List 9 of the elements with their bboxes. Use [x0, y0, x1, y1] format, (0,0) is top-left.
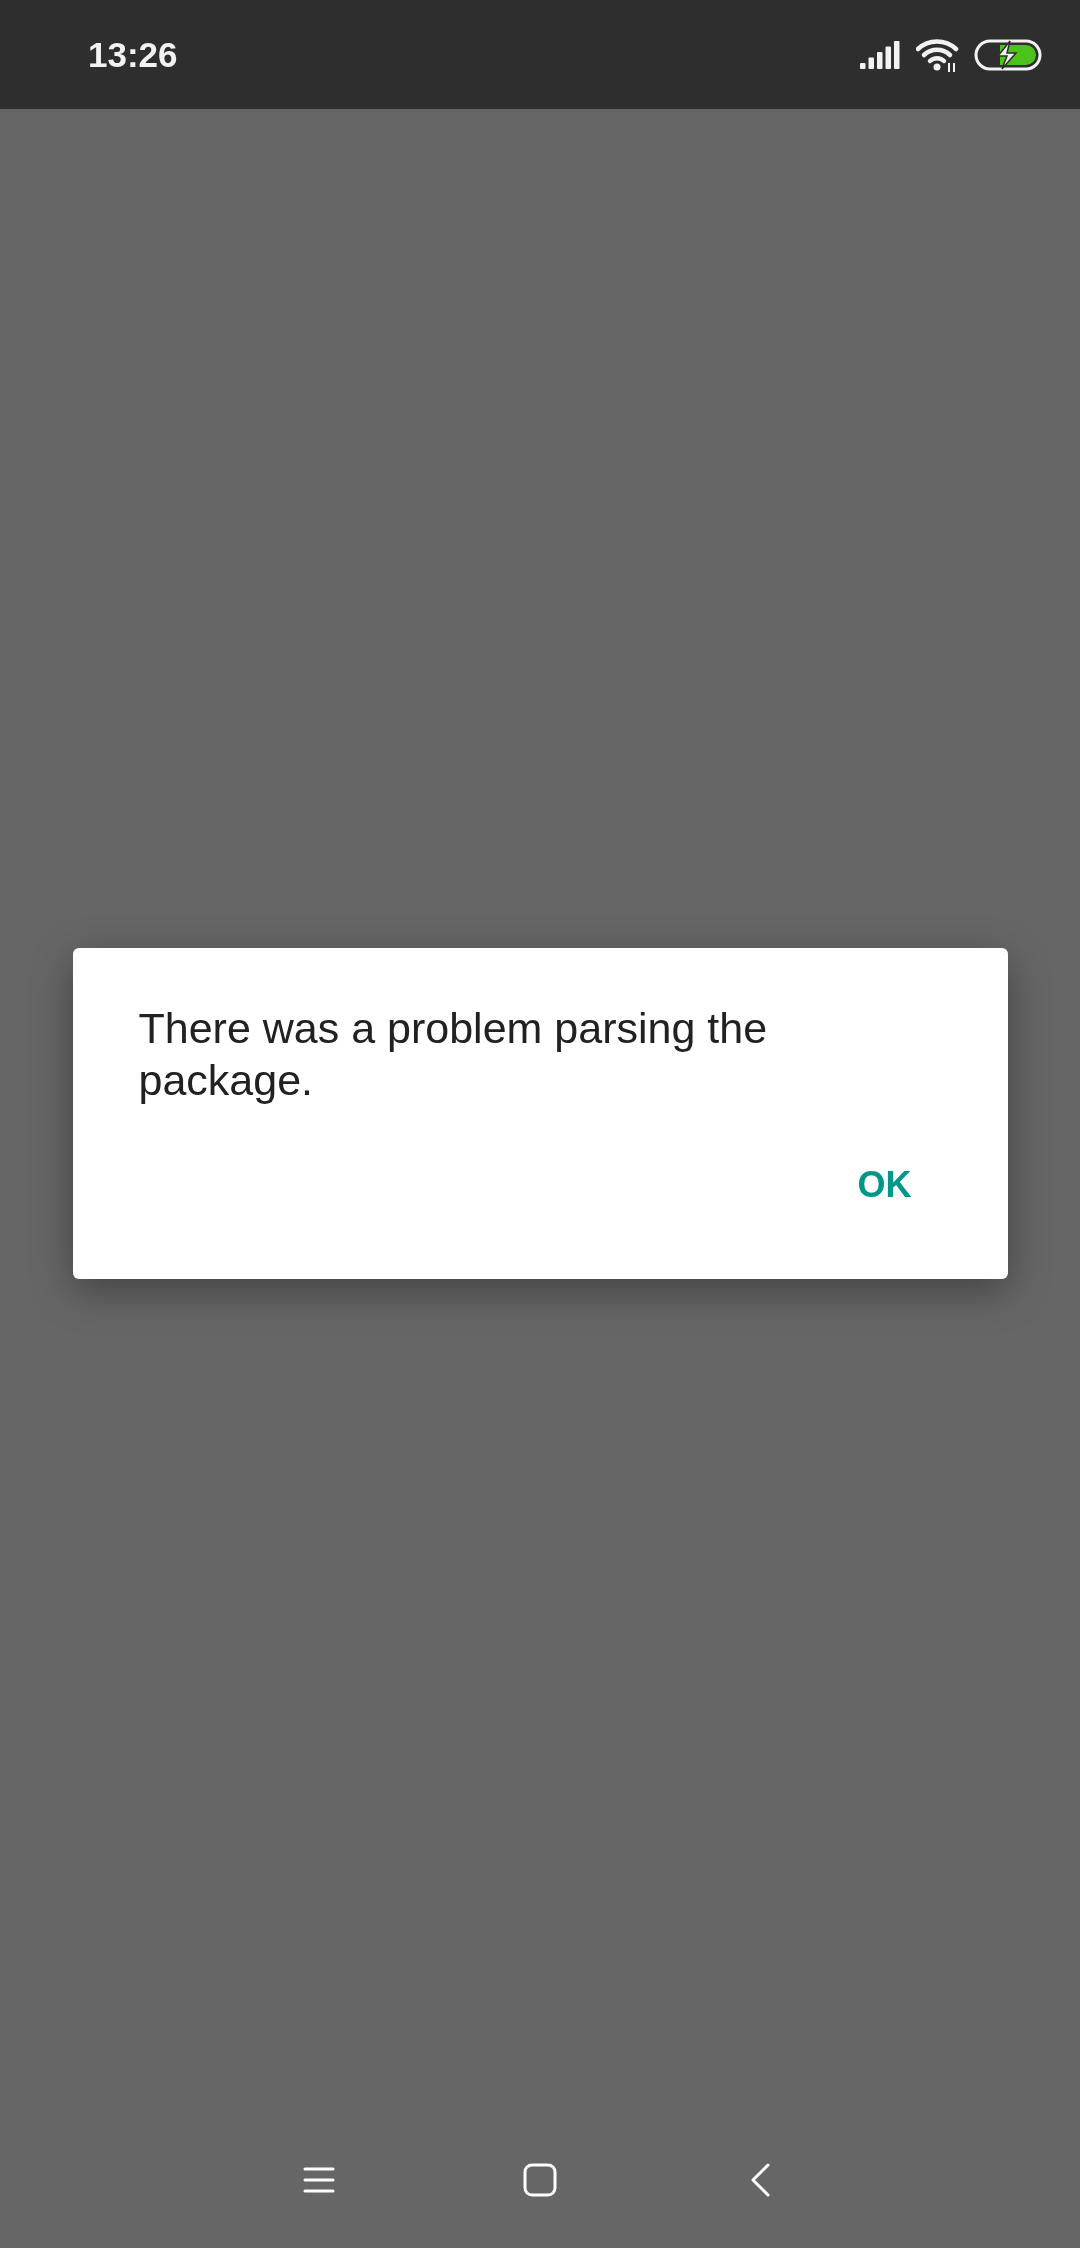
- dialog-message: There was a problem parsing the package.: [138, 1003, 769, 1106]
- menu-icon[interactable]: [303, 2166, 335, 2194]
- signal-icon: [860, 40, 902, 69]
- battery-charging-icon: [974, 38, 1042, 71]
- ok-button[interactable]: OK: [827, 1150, 942, 1220]
- wifi-icon: [916, 36, 960, 73]
- home-square-icon[interactable]: [523, 2163, 557, 2197]
- clock-time: 13:26: [88, 34, 178, 75]
- back-icon[interactable]: [751, 2163, 771, 2197]
